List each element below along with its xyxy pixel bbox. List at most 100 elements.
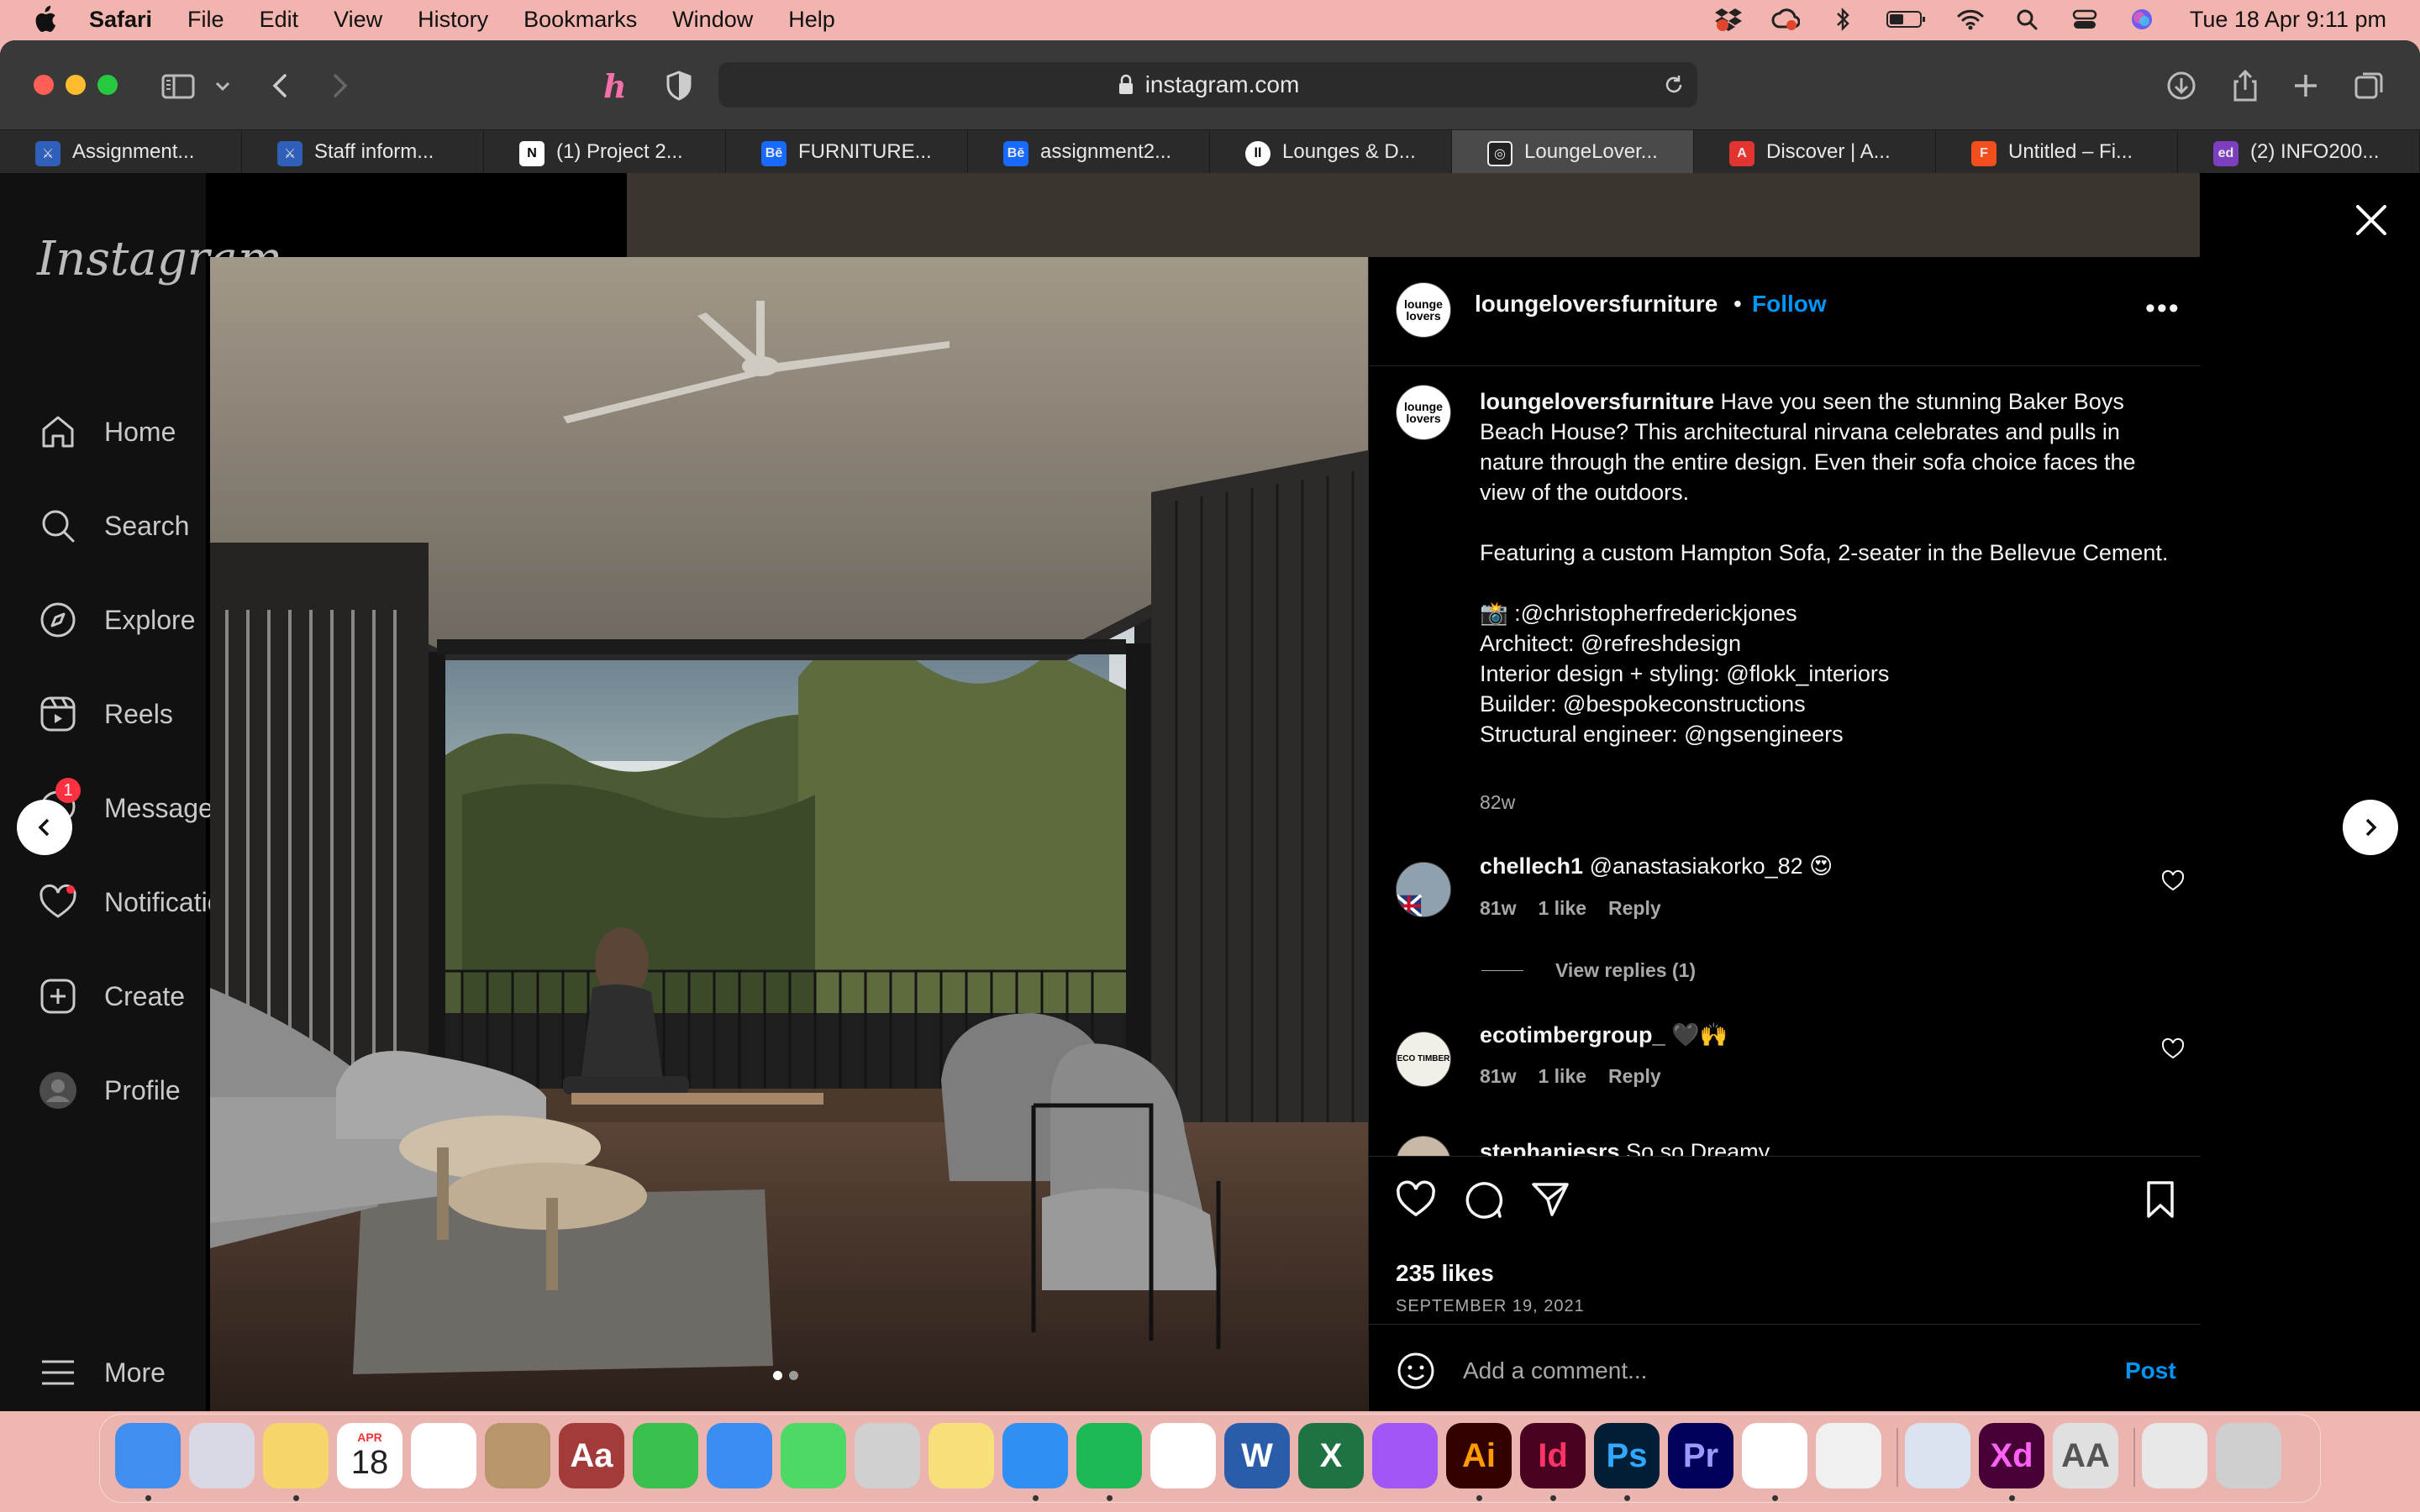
emoji-icon[interactable] <box>1396 1351 1436 1391</box>
dock-app-mail[interactable] <box>707 1423 772 1488</box>
comment-username[interactable]: ecotimbergroup_ <box>1480 1022 1665 1047</box>
dock-app-premiere[interactable]: Pr <box>1668 1423 1733 1488</box>
zoom-window-button[interactable] <box>97 75 118 95</box>
reply-button[interactable]: Reply <box>1608 897 1661 919</box>
dock-app-archive[interactable] <box>2142 1423 2207 1488</box>
comment-username[interactable]: chellech1 <box>1480 853 1583 879</box>
post-date[interactable]: SEPTEMBER 19, 2021 <box>1396 1297 1585 1316</box>
comment-input[interactable]: Add a comment... <box>1463 1357 1647 1384</box>
commenter-avatar[interactable]: ECO TIMBER <box>1396 1032 1451 1087</box>
caption-username[interactable]: loungeloversfurniture <box>1480 389 1714 414</box>
dock-app-launchpad[interactable] <box>189 1423 255 1488</box>
dock-app-contacts[interactable] <box>485 1423 550 1488</box>
dock-app-indesign[interactable]: Id <box>1520 1423 1586 1488</box>
wifi-icon[interactable] <box>1956 7 1985 32</box>
like-comment-heart-icon[interactable] <box>2160 869 2186 894</box>
comment-time[interactable]: 81w <box>1480 1065 1516 1087</box>
browser-tab[interactable]: ⚔ Assignment... <box>0 130 242 174</box>
dock-app-photos[interactable] <box>411 1423 476 1488</box>
caption-avatar[interactable]: lounge lovers <box>1396 385 1451 440</box>
dock-app-xd[interactable]: Xd <box>1979 1423 2044 1488</box>
author-username[interactable]: loungeloversfurniture <box>1475 291 1718 318</box>
menu-history[interactable]: History <box>418 7 488 33</box>
dock-app-calendar[interactable]: APR 18 <box>337 1423 402 1488</box>
nav-explore[interactable]: Explore <box>37 595 196 645</box>
commenter-avatar[interactable] <box>1396 862 1451 917</box>
like-count[interactable]: 235 likes <box>1396 1260 1494 1287</box>
browser-tab[interactable]: F Untitled – Fi... <box>1936 130 2178 174</box>
forward-icon[interactable] <box>321 67 358 104</box>
browser-tab[interactable]: Bē assignment2... <box>968 130 1210 174</box>
dock-app-photoshop[interactable]: Ps <box>1594 1423 1660 1488</box>
nav-create[interactable]: Create <box>37 971 185 1021</box>
post-image[interactable] <box>210 257 1368 1411</box>
follow-button[interactable]: Follow <box>1752 291 1827 318</box>
chevron-down-icon[interactable] <box>212 67 234 104</box>
dock-app-notes2[interactable] <box>929 1423 994 1488</box>
share-paper-plane-icon[interactable] <box>1528 1178 1572 1221</box>
browser-tab[interactable]: ⚔ Staff inform... <box>242 130 484 174</box>
dock-app-finder[interactable] <box>115 1423 181 1488</box>
dock-app-spotify[interactable] <box>1076 1423 1142 1488</box>
dock-app-excel[interactable]: X <box>1298 1423 1364 1488</box>
close-window-button[interactable] <box>34 75 54 95</box>
spotlight-search-icon[interactable] <box>2013 7 2042 32</box>
menu-app-name[interactable]: Safari <box>89 7 152 33</box>
menu-view[interactable]: View <box>334 7 382 33</box>
dock-app-facetime[interactable] <box>633 1423 698 1488</box>
tab-overview-icon[interactable] <box>2351 67 2388 104</box>
back-icon[interactable] <box>262 67 299 104</box>
share-icon[interactable] <box>2227 67 2264 104</box>
sidebar-toggle-icon[interactable] <box>160 67 197 104</box>
dock-app-vs-code[interactable] <box>1742 1423 1807 1488</box>
creative-cloud-icon[interactable] <box>1771 7 1800 32</box>
dock-app-word[interactable]: W <box>1224 1423 1290 1488</box>
comment-bubble-icon[interactable] <box>1461 1178 1505 1221</box>
control-center-icon[interactable] <box>2070 7 2099 32</box>
battery-icon[interactable] <box>1886 7 1928 32</box>
dock-app-messages[interactable] <box>781 1423 846 1488</box>
next-post-button[interactable] <box>2343 800 2398 855</box>
dock-app-calculator[interactable] <box>855 1423 920 1488</box>
browser-tab-active[interactable]: ◎ LoungeLover... <box>1452 130 1694 174</box>
dock-app-chrome[interactable] <box>1150 1423 1216 1488</box>
menu-help[interactable]: Help <box>788 7 835 33</box>
privacy-shield-icon[interactable] <box>660 67 697 104</box>
more-options-icon[interactable]: ••• <box>2145 292 2181 325</box>
caption-timestamp[interactable]: 82w <box>1480 791 1515 814</box>
nav-more[interactable]: More <box>37 1347 166 1398</box>
view-replies-button[interactable]: View replies (1) <box>1481 959 1696 982</box>
browser-tab[interactable]: ll Lounges & D... <box>1210 130 1452 174</box>
downloads-icon[interactable] <box>2163 67 2200 104</box>
menu-edit[interactable]: Edit <box>260 7 299 33</box>
dock-app-illustrator[interactable]: Ai <box>1446 1423 1512 1488</box>
dock-app-notes[interactable] <box>263 1423 329 1488</box>
honey-extension-icon[interactable]: h <box>598 67 635 104</box>
nav-search[interactable]: Search <box>37 501 189 551</box>
nav-profile[interactable]: Profile <box>37 1065 181 1116</box>
like-comment-heart-icon[interactable] <box>2160 1037 2186 1062</box>
menu-bookmarks[interactable]: Bookmarks <box>523 7 637 33</box>
browser-tab[interactable]: Bē FURNITURE... <box>726 130 968 174</box>
like-heart-icon[interactable] <box>1394 1178 1438 1221</box>
clock[interactable]: Tue 18 Apr 9:11 pm <box>2190 7 2386 33</box>
new-tab-icon[interactable] <box>2287 67 2324 104</box>
siri-icon[interactable] <box>2128 7 2156 32</box>
dock-app-blender[interactable] <box>1816 1423 1881 1488</box>
dropbox-icon[interactable] <box>1714 7 1743 32</box>
menu-file[interactable]: File <box>187 7 224 33</box>
commenter-avatar[interactable] <box>1396 1136 1451 1156</box>
apple-icon[interactable] <box>32 5 57 34</box>
comment-username[interactable]: stephaniesrs <box>1480 1139 1620 1156</box>
bluetooth-icon[interactable] <box>1828 7 1857 32</box>
dock-app-preview[interactable] <box>1905 1423 1970 1488</box>
address-bar[interactable]: instagram.com <box>718 62 1697 108</box>
browser-tab[interactable]: ed (2) INFO200... <box>2178 130 2420 174</box>
dock-app-trash[interactable] <box>2216 1423 2281 1488</box>
menu-window[interactable]: Window <box>672 7 753 33</box>
dock-app-safari[interactable] <box>1002 1423 1068 1488</box>
close-modal-icon[interactable] <box>2349 198 2393 242</box>
dock-app-messenger[interactable] <box>1372 1423 1438 1488</box>
nav-home[interactable]: Home <box>37 407 176 457</box>
browser-tab[interactable]: A Discover | A... <box>1694 130 1936 174</box>
